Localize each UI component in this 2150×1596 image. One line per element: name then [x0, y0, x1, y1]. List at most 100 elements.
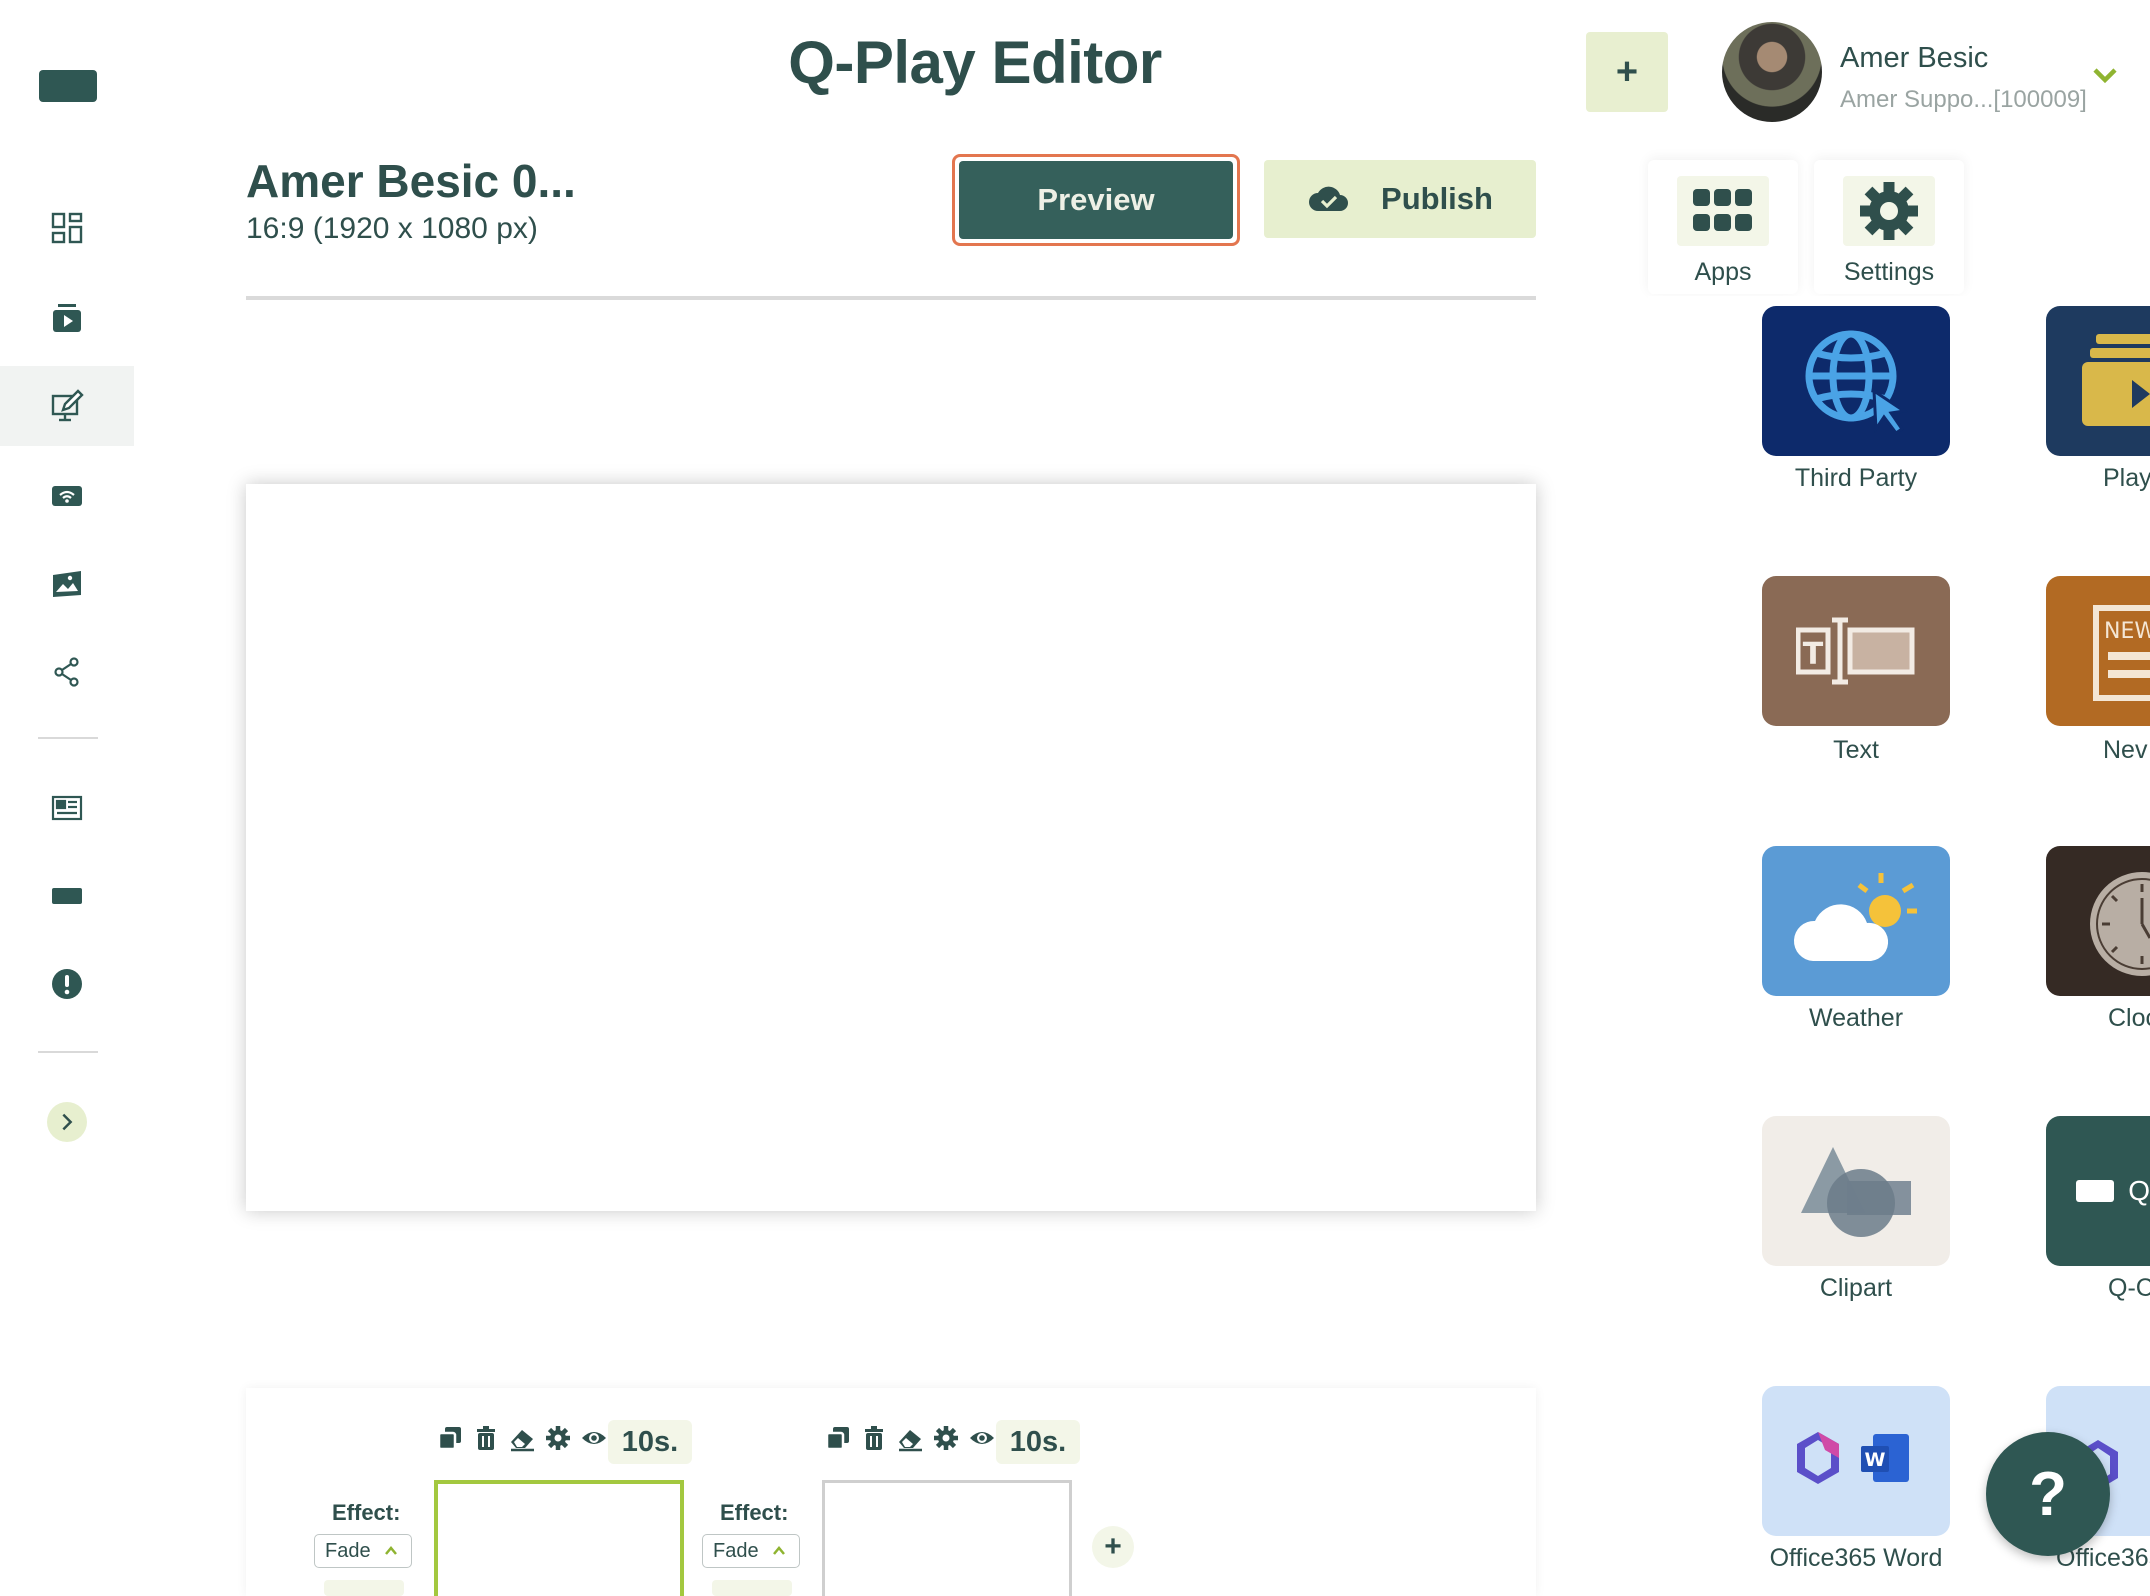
news-tile-text: NEW — [2104, 619, 2150, 644]
effect-option-stub — [324, 1580, 404, 1596]
slide-thumbnail[interactable] — [822, 1480, 1072, 1596]
gallery-icon — [53, 571, 81, 597]
app-title: Q-Play Editor — [788, 29, 1162, 96]
slide-toolbar — [436, 1424, 608, 1452]
tab-settings[interactable]: Settings — [1814, 160, 1964, 294]
app-weather[interactable] — [1762, 846, 1950, 996]
sidebar-item-alerts[interactable] — [0, 944, 134, 1024]
add-slide-button[interactable]: + — [1092, 1526, 1134, 1568]
sidebar-expand[interactable] — [0, 1082, 134, 1162]
duplicate-icon[interactable] — [824, 1424, 852, 1452]
logo[interactable] — [39, 70, 97, 102]
sidebar-item-share[interactable] — [0, 632, 134, 712]
app-q-content-label: Q-C — [2108, 1274, 2150, 1302]
broadcast-icon — [52, 486, 82, 506]
word-tile-text: W — [1865, 1449, 1886, 1471]
preview-label: Preview — [959, 161, 1233, 239]
slide-canvas[interactable] — [246, 484, 1536, 1211]
q-tile-text: Q — [2128, 1175, 2150, 1206]
playlist-icon — [2082, 334, 2150, 426]
add-button[interactable]: + — [1586, 32, 1668, 112]
gear-icon[interactable] — [544, 1424, 572, 1452]
share-icon — [54, 657, 79, 687]
duplicate-icon[interactable] — [436, 1424, 464, 1452]
editor-icon — [51, 389, 84, 422]
news-icon — [51, 795, 83, 821]
sidebar-item-editor[interactable] — [0, 366, 134, 446]
apps-grid-icon — [1693, 189, 1752, 231]
user-account: Amer Suppo...[100009] — [1840, 86, 2087, 113]
chevron-up-icon — [772, 1546, 785, 1555]
publish-label: Publish — [1381, 181, 1493, 216]
cloud-check-icon — [1309, 186, 1349, 211]
canvas-size: 16:9 (1920 x 1080 px) — [246, 212, 538, 245]
app-news-label: Nev — [2103, 736, 2148, 764]
app-weather-label: Weather — [1808, 1004, 1904, 1032]
expand-button[interactable] — [47, 1102, 87, 1142]
apps-panel: Third Party Playl T Text NEW Nev — [1648, 296, 2150, 1596]
app-office365-word[interactable]: W — [1762, 1386, 1950, 1536]
publish-button[interactable]: Publish — [1264, 160, 1536, 238]
tab-settings-label: Settings — [1843, 258, 1935, 286]
app-clock[interactable] — [2046, 846, 2150, 996]
panel-tabs: Apps Settings — [1640, 146, 1978, 296]
app-third-party-label: Third Party — [1794, 464, 1918, 492]
screen-icon — [52, 888, 82, 904]
sidebar-item-gallery[interactable] — [0, 544, 134, 624]
tab-apps[interactable]: Apps — [1648, 160, 1798, 294]
effect-option-stub — [712, 1580, 792, 1596]
media-player-icon — [53, 304, 81, 332]
apps-tab-icon-box — [1677, 176, 1769, 246]
chevron-right-icon — [62, 1113, 73, 1131]
clock-icon — [2090, 872, 2150, 976]
trash-icon[interactable] — [860, 1424, 888, 1452]
alert-icon — [52, 969, 82, 999]
eraser-icon[interactable] — [896, 1424, 924, 1452]
text-box-icon: T — [1796, 617, 1915, 685]
app-third-party[interactable] — [1762, 306, 1950, 456]
sidebar-item-screens[interactable] — [0, 856, 134, 936]
sidebar-item-broadcast[interactable] — [0, 456, 134, 536]
dashboard-icon — [51, 212, 83, 244]
chevron-up-icon — [384, 1546, 397, 1555]
slide-duration[interactable]: 10s. — [608, 1420, 692, 1464]
svg-text:T: T — [1803, 637, 1824, 672]
sidebar-item-news[interactable] — [0, 768, 134, 848]
sidebar-divider — [38, 1051, 98, 1053]
news-icon: NEW — [2093, 605, 2150, 701]
help-button[interactable]: ? — [1986, 1432, 2110, 1556]
globe-cursor-icon — [1805, 330, 1909, 436]
slide-duration[interactable]: 10s. — [996, 1420, 1080, 1464]
gear-icon[interactable] — [932, 1424, 960, 1452]
effect-select[interactable]: Fade — [314, 1534, 412, 1568]
clipart-icon — [1801, 1147, 1911, 1237]
slide-thumbnail-selected[interactable] — [434, 1480, 684, 1596]
eye-icon[interactable] — [968, 1424, 996, 1452]
q-logo-icon — [2076, 1180, 2115, 1202]
effect-value: Fade — [713, 1539, 759, 1562]
app-clipart[interactable] — [1762, 1116, 1950, 1266]
eraser-icon[interactable] — [508, 1424, 536, 1452]
avatar[interactable] — [1722, 22, 1822, 122]
effect-select[interactable]: Fade — [702, 1534, 800, 1568]
user-name: Amer Besic — [1840, 42, 1989, 74]
eye-icon[interactable] — [580, 1424, 608, 1452]
app-text-label: Text — [1833, 736, 1879, 764]
app-q-content[interactable]: Q — [2046, 1116, 2150, 1266]
effect-label: Effect: — [720, 1500, 789, 1525]
slide-timeline: 10s. Effect: Fade 10s. Effect: Fade + — [246, 1388, 1536, 1596]
app-clock-label: Cloc — [2108, 1004, 2150, 1032]
app-text[interactable]: T — [1762, 576, 1950, 726]
page-title[interactable]: Amer Besic 0... — [246, 154, 576, 208]
sidebar-item-dashboard[interactable] — [0, 188, 134, 268]
sidebar — [0, 0, 134, 1596]
slide-toolbar — [824, 1424, 996, 1452]
trash-icon[interactable] — [472, 1424, 500, 1452]
app-clipart-label: Clipart — [1819, 1274, 1893, 1302]
app-news[interactable]: NEW — [2046, 576, 2150, 726]
app-playlist[interactable] — [2046, 306, 2150, 456]
sidebar-item-media[interactable] — [0, 278, 134, 358]
chevron-down-icon[interactable] — [2090, 60, 2120, 90]
header-divider — [246, 296, 1536, 300]
preview-button[interactable]: Preview — [952, 154, 1240, 246]
